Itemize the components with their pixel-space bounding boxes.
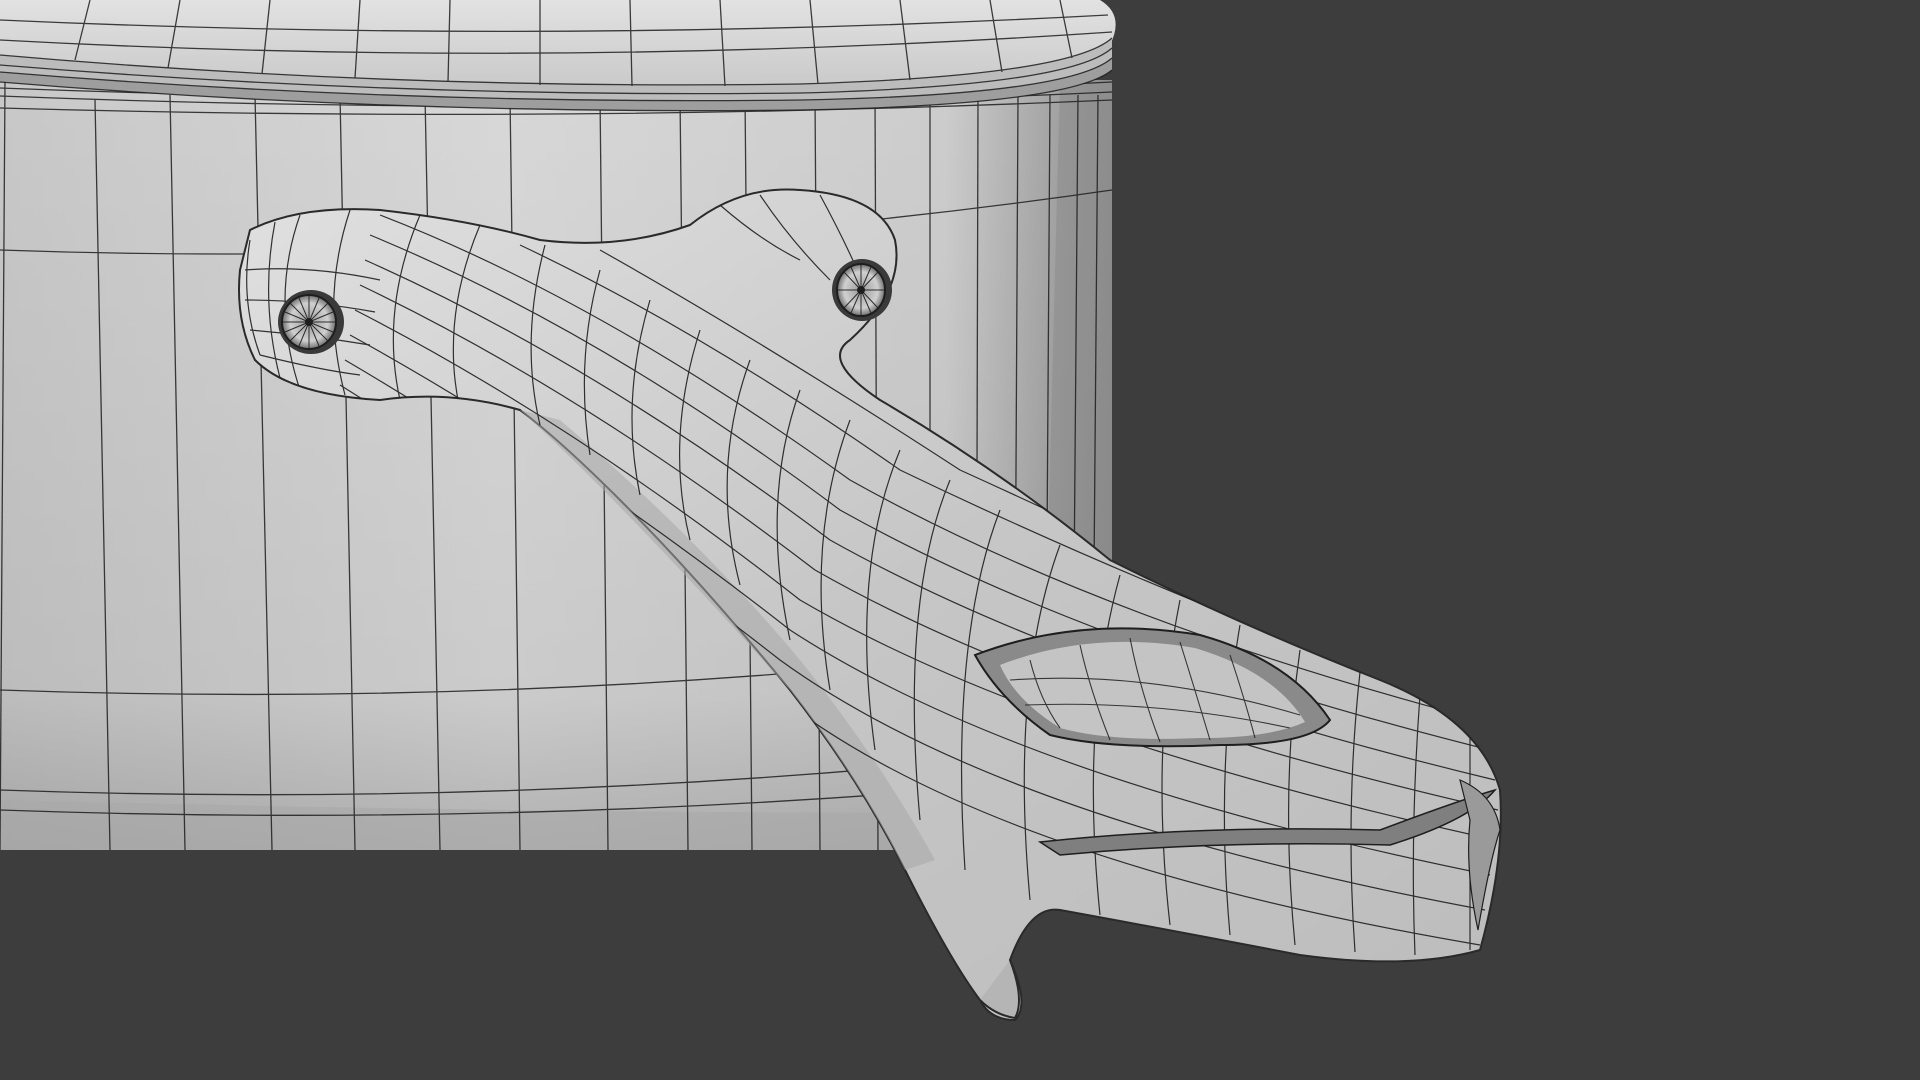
- pot-lid: [0, 0, 1116, 112]
- rivet-right-icon: [832, 259, 892, 321]
- rivet-left-icon: [278, 290, 344, 354]
- viewport-3d[interactable]: [0, 0, 1920, 1080]
- render-canvas: [0, 0, 1502, 1022]
